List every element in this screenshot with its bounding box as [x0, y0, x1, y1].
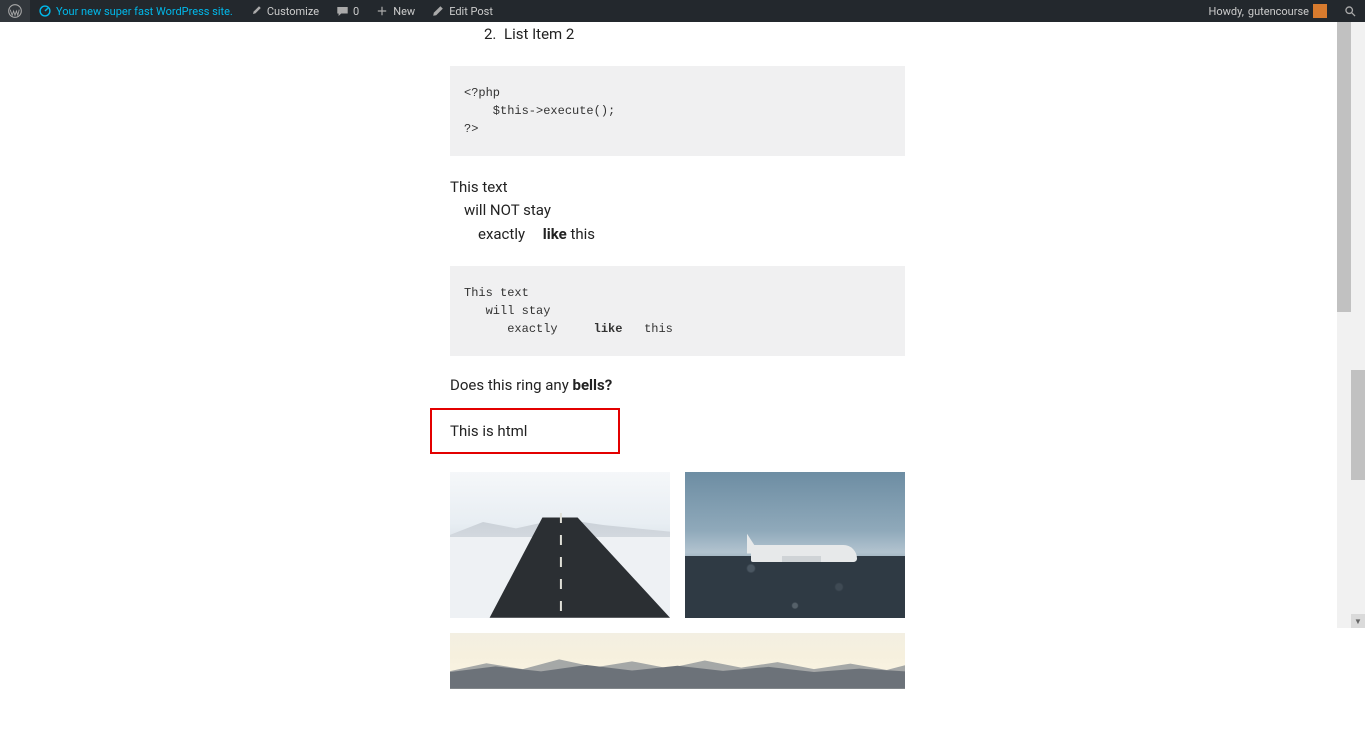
- comment-icon: [335, 4, 349, 18]
- inner-scrollbar[interactable]: [1337, 22, 1351, 628]
- site-name-label: Your new super fast WordPress site.: [56, 5, 233, 18]
- new-content-link[interactable]: New: [367, 0, 423, 22]
- admin-bar-right: Howdy, gutencourse: [1201, 0, 1365, 22]
- wordpress-logo-icon: [8, 4, 22, 18]
- plus-icon: [375, 4, 389, 18]
- avatar: [1313, 4, 1327, 18]
- post-content: 2. List Item 2 <?php $this->execute(); ?…: [450, 22, 1120, 689]
- list-item-text: List Item 2: [504, 22, 574, 46]
- ordered-list: 2. List Item 2: [484, 22, 1120, 46]
- edit-post-label: Edit Post: [449, 5, 493, 18]
- gallery-image-mountain-sunset[interactable]: [450, 633, 905, 689]
- para-line-3: exactly like this: [450, 223, 1120, 246]
- browser-scrollbar[interactable]: ▲ ▼: [1351, 0, 1365, 628]
- comments-count: 0: [353, 5, 359, 18]
- gallery-image-plane[interactable]: [685, 472, 905, 618]
- scroll-down-arrow[interactable]: ▼: [1351, 614, 1365, 628]
- site-name[interactable]: Your new super fast WordPress site.: [30, 0, 241, 22]
- search-icon: [1343, 4, 1357, 18]
- pencil-icon: [431, 4, 445, 18]
- image-gallery: [450, 472, 905, 689]
- para-line-2: will NOT stay: [450, 199, 1120, 222]
- code-block-php: <?php $this->execute(); ?>: [450, 66, 905, 156]
- edit-post-link[interactable]: Edit Post: [423, 0, 501, 22]
- para-line-1: This text: [450, 176, 1120, 199]
- list-item: 2. List Item 2: [484, 22, 1120, 46]
- my-account[interactable]: Howdy, gutencourse: [1201, 0, 1335, 22]
- wp-admin-bar: Your new super fast WordPress site. Cust…: [0, 0, 1365, 22]
- howdy-prefix: Howdy,: [1209, 5, 1244, 18]
- html-block-text: This is html: [450, 422, 527, 440]
- dashboard-icon: [38, 4, 52, 18]
- paragraph-not-preserved: This text will NOT stay exactly like thi…: [450, 176, 1120, 246]
- scroll-thumb[interactable]: [1351, 370, 1365, 480]
- paintbrush-icon: [249, 4, 263, 18]
- new-label: New: [393, 5, 415, 18]
- list-number: 2.: [484, 22, 498, 46]
- ring-sentence: Does this ring any bells?: [450, 376, 1120, 394]
- html-block-highlighted: This is html: [430, 408, 620, 454]
- page: 2. List Item 2 <?php $this->execute(); ?…: [0, 22, 1337, 729]
- wp-logo[interactable]: [0, 0, 30, 22]
- comments-link[interactable]: 0: [327, 0, 367, 22]
- code-block-preformatted: This text will stay exactly like this: [450, 266, 905, 356]
- gallery-image-road[interactable]: [450, 472, 670, 618]
- user-name: gutencourse: [1248, 5, 1309, 18]
- inner-scroll-thumb[interactable]: [1337, 22, 1351, 312]
- customize-link[interactable]: Customize: [241, 0, 327, 22]
- admin-bar-left: Your new super fast WordPress site. Cust…: [0, 0, 501, 22]
- search-toggle[interactable]: [1335, 0, 1365, 22]
- customize-label: Customize: [267, 5, 319, 18]
